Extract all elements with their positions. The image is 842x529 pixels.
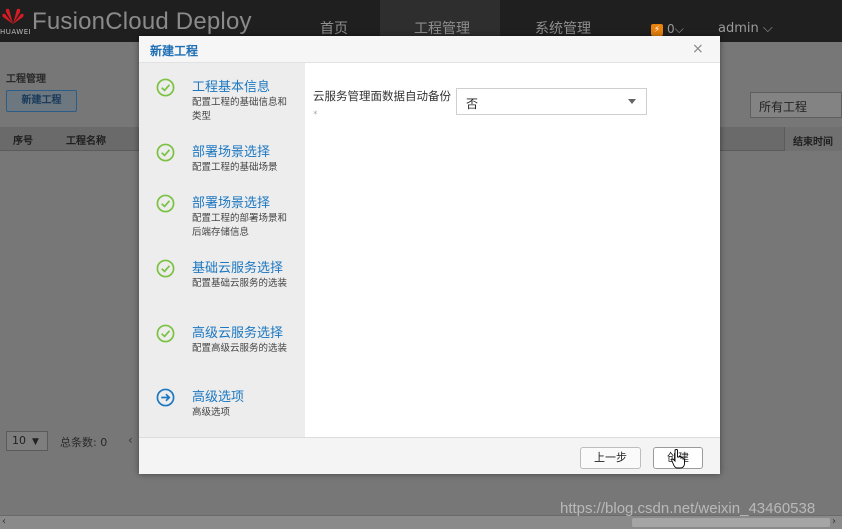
horizontal-scrollbar[interactable]: ‹ ›	[0, 515, 842, 529]
step-content-panel: 云服务管理面数据自动备份 * 否	[305, 63, 720, 437]
field-label-text: 云服务管理面数据自动备份	[313, 89, 451, 103]
step-description: 配置高级云服务的选装	[192, 343, 288, 354]
previous-page-icon[interactable]: ‹	[128, 433, 133, 447]
scroll-right-icon[interactable]: ›	[832, 516, 836, 527]
step-description: 配置基础云服务的选装	[192, 278, 288, 289]
chevron-down-icon: ⌵	[674, 22, 684, 36]
step-description: 高级选项	[192, 407, 231, 418]
nav-item-project-management[interactable]: 工程管理	[414, 18, 470, 38]
logo-text: HUAWEI	[0, 28, 32, 36]
app-brand-title: FusionCloud Deploy	[32, 8, 252, 35]
check-circle-icon	[156, 324, 175, 343]
watermark-text: https://blog.csdn.net/weixin_43460538	[560, 500, 816, 517]
new-project-dialog: 新建工程 × 工程基本信息 配置工程的基础信息和类型 部署场景选择 配置工程的基…	[139, 36, 720, 474]
nav-item-home[interactable]: 首页	[320, 18, 348, 38]
required-mark: *	[313, 110, 318, 120]
step-title: 高级选项	[192, 390, 245, 405]
page-title: 工程管理	[6, 74, 46, 85]
column-header-index: 序号	[13, 136, 33, 147]
auto-backup-select[interactable]: 否	[456, 88, 647, 115]
dialog-header: 新建工程 ×	[139, 36, 720, 63]
project-filter-select[interactable]: 所有工程	[750, 92, 842, 118]
step-description: 配置工程的基础信息和类型	[192, 97, 288, 122]
caret-down-icon	[628, 99, 636, 104]
alert-count[interactable]: 0⌵	[667, 22, 684, 37]
step-title: 工程基本信息	[192, 80, 271, 95]
nav-item-system-management[interactable]: 系统管理	[535, 18, 591, 38]
scroll-left-icon[interactable]: ‹	[2, 516, 6, 527]
check-circle-icon	[156, 143, 175, 162]
step-title: 高级云服务选择	[192, 326, 284, 341]
user-menu[interactable]: admin ⌵	[718, 21, 773, 36]
dialog-title: 新建工程	[150, 44, 199, 58]
page-size-select[interactable]: 10 ▼	[6, 431, 48, 451]
check-circle-icon	[156, 194, 175, 213]
user-name: admin	[718, 21, 759, 36]
wizard-steps: 工程基本信息 配置工程的基础信息和类型 部署场景选择 配置工程的基础场景 部署场…	[139, 63, 305, 437]
auto-backup-label: 云服务管理面数据自动备份 *	[313, 88, 453, 124]
check-circle-icon	[156, 78, 175, 97]
previous-step-button[interactable]: 上一步	[580, 447, 641, 469]
chevron-down-icon: ⌵	[758, 21, 773, 36]
step-title: 部署场景选择	[192, 145, 271, 160]
scrollbar-thumb[interactable]	[632, 518, 830, 527]
close-icon[interactable]: ×	[692, 41, 704, 57]
new-project-button[interactable]: 新建工程	[6, 90, 77, 112]
page-size-value: 10	[12, 434, 26, 447]
column-header-project-name: 工程名称	[66, 136, 106, 147]
total-count: 总条数: 0	[60, 436, 108, 449]
alert-icon[interactable]: ⚡	[651, 24, 663, 36]
caret-down-icon: ▼	[32, 437, 39, 447]
step-title: 部署场景选择	[192, 196, 271, 211]
check-circle-icon	[156, 259, 175, 278]
huawei-logo-icon	[2, 8, 24, 24]
dialog-footer: 上一步 创建	[139, 437, 720, 474]
step-description: 配置工程的部署场景和后端存储信息	[192, 213, 288, 238]
step-description: 配置工程的基础场景	[192, 162, 278, 173]
select-value: 否	[466, 97, 479, 111]
step-title: 基础云服务选择	[192, 261, 284, 276]
column-header-end-time: 结束时间	[784, 127, 842, 151]
hand-cursor-icon	[671, 449, 685, 469]
arrow-right-circle-icon	[156, 388, 175, 407]
